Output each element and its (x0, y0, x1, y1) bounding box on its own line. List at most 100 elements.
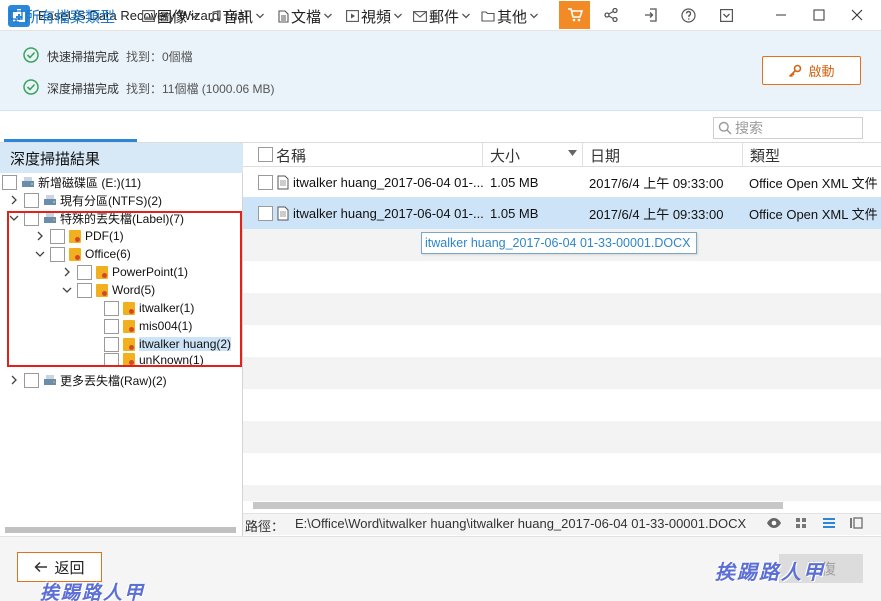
document-file-icon (277, 175, 289, 190)
path-value: E:\Office\Word\itwalker huang\itwalker h… (295, 516, 747, 531)
video-icon (346, 10, 359, 22)
sort-down-icon (568, 150, 577, 156)
list-stripe (243, 293, 881, 325)
quick-scan-label: 快速掃描完成 (47, 50, 120, 64)
key-icon (788, 64, 802, 78)
drive-icon (43, 193, 57, 207)
chevron-down-icon (189, 12, 199, 20)
column-date[interactable]: 日期 (590, 145, 620, 166)
column-name[interactable]: 名稱 (276, 145, 306, 166)
chevron-down-icon (461, 12, 471, 20)
image-icon (142, 10, 155, 22)
search-placeholder: 搜索 (735, 120, 763, 136)
tree-node-label: 更多丟失檔(Raw)(2) (60, 373, 167, 388)
column-separator[interactable] (582, 143, 583, 167)
filter-audio-label: 音訊 (223, 8, 254, 26)
filter-email[interactable]: 郵件 (413, 5, 471, 27)
annotation-highlight-box (7, 211, 242, 367)
tree-node-more-lost-files[interactable]: 更多丟失檔(Raw)(2) (8, 371, 167, 389)
file-row-selected[interactable]: itwalker huang_2017-06-04 01-... 1.05 MB… (243, 197, 881, 229)
tree-header: 深度掃描結果 (0, 143, 243, 173)
file-row[interactable]: itwalker huang_2017-06-04 01-... 1.05 MB… (243, 166, 881, 198)
filter-other-label: 其他 (497, 8, 528, 26)
filter-video-label: 視頻 (361, 8, 392, 26)
tree-node-new-volume[interactable]: 新增磁碟區 (E:)(11) (2, 173, 141, 191)
check-icon (23, 47, 39, 63)
tree-node-label: 新增磁碟區 (E:)(11) (38, 175, 142, 190)
arrow-left-icon (34, 561, 48, 573)
drive-icon (43, 373, 57, 387)
search-input[interactable]: 搜索 (713, 117, 863, 139)
help-icon[interactable] (673, 2, 703, 28)
filter-image[interactable]: 圖像 (142, 5, 199, 27)
watermark-text: 挨踢路人甲 (40, 582, 146, 601)
file-date: 2017/6/4 上午 09:33:00 (589, 206, 724, 222)
document-file-icon (277, 206, 289, 221)
filter-all-label: 所有檔案類型 (25, 8, 116, 26)
filter-document[interactable]: 文檔 (278, 5, 333, 27)
select-all-checkbox[interactable] (258, 147, 273, 162)
share-icon[interactable] (596, 2, 626, 28)
drive-icon (21, 175, 35, 189)
start-button[interactable]: 啟動 (762, 56, 861, 85)
list-stripe (243, 485, 881, 501)
filter-email-label: 郵件 (429, 8, 460, 26)
close-icon[interactable] (842, 2, 872, 28)
chevron-down-icon (255, 12, 265, 20)
folder-icon (481, 10, 495, 22)
tree-checkbox[interactable] (2, 174, 17, 190)
preview-eye-icon[interactable] (766, 516, 782, 530)
list-stripe (243, 357, 881, 389)
file-name: itwalker huang_2017-06-04 01-... (293, 174, 484, 190)
path-label: 路徑： (245, 519, 285, 534)
sign-in-icon[interactable] (636, 2, 666, 28)
chevron-right-icon[interactable] (8, 374, 20, 386)
file-size: 1.05 MB (490, 174, 539, 190)
envelope-icon (413, 10, 427, 22)
deep-scan-label: 深度掃描完成 (47, 82, 120, 96)
filter-document-label: 文檔 (291, 8, 322, 26)
tree-horizontal-scrollbar[interactable] (5, 527, 236, 533)
file-date: 2017/6/4 上午 09:33:00 (589, 175, 724, 191)
active-filter-underline (4, 139, 137, 142)
back-button-label: 返回 (54, 559, 85, 577)
file-name: itwalker huang_2017-06-04 01-... (293, 205, 484, 221)
check-icon (23, 79, 39, 95)
deep-scan-count: 找到：11個檔 (1000.06 MB) (126, 82, 275, 96)
file-type: Office Open XML 文件 (749, 175, 878, 191)
tree-checkbox[interactable] (24, 192, 39, 208)
filter-other[interactable]: 其他 (481, 5, 539, 27)
file-size: 1.05 MB (490, 205, 539, 221)
menu-dropdown-icon[interactable] (711, 2, 741, 28)
filter-video[interactable]: 視頻 (346, 5, 403, 27)
column-size[interactable]: 大小 (490, 145, 520, 166)
list-view-icon[interactable] (822, 516, 838, 530)
cart-icon[interactable] (559, 1, 590, 29)
start-button-label: 啟動 (808, 64, 835, 79)
file-row-checkbox[interactable] (258, 174, 273, 190)
watermark-text: 挨踢路人甲 (715, 560, 825, 584)
column-separator[interactable] (482, 143, 483, 167)
quick-scan-count: 找到：0個檔 (126, 50, 193, 64)
filter-image-label: 圖像 (157, 8, 188, 26)
list-horizontal-scrollbar[interactable] (253, 502, 783, 509)
search-icon (718, 121, 732, 135)
chevron-down-icon (529, 12, 539, 20)
chevron-right-icon[interactable] (8, 194, 20, 206)
column-separator[interactable] (742, 143, 743, 167)
filter-all-file-types[interactable]: 所有檔案類型 (9, 5, 115, 27)
thumbnail-view-icon[interactable] (794, 516, 810, 530)
filter-audio[interactable]: 音訊 (209, 5, 265, 27)
tree-checkbox[interactable] (24, 372, 39, 388)
file-row-checkbox[interactable] (258, 205, 273, 221)
minimize-icon[interactable] (766, 2, 796, 28)
monitor-icon (9, 9, 23, 23)
document-icon (278, 9, 289, 23)
column-type[interactable]: 類型 (750, 145, 780, 166)
scan-status-panel: 快速掃描完成 找到：0個檔 深度掃描完成 找到：11個檔 (1000.06 MB… (0, 31, 881, 111)
chevron-down-icon (393, 12, 403, 20)
tree-node-existing-partition[interactable]: 現有分區(NTFS)(2) (8, 191, 162, 209)
tree-node-label: 現有分區(NTFS)(2) (60, 193, 162, 208)
maximize-icon[interactable] (804, 2, 834, 28)
detail-view-icon[interactable] (849, 516, 865, 530)
